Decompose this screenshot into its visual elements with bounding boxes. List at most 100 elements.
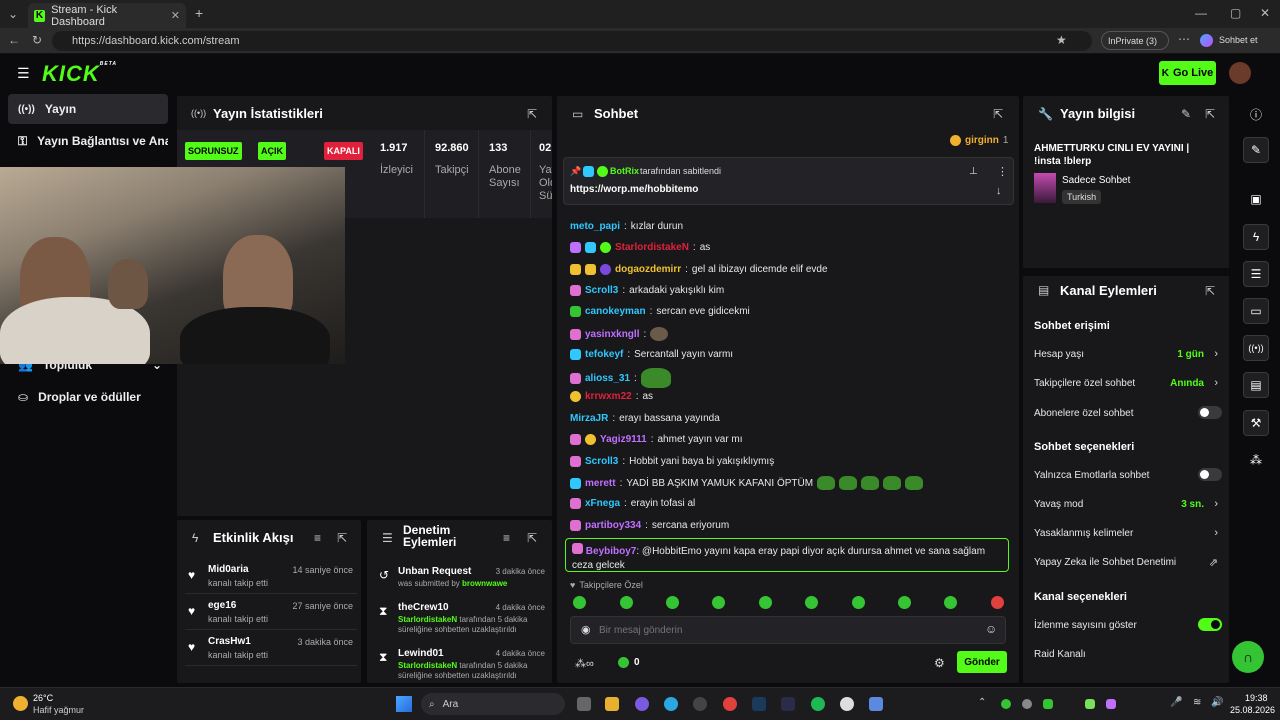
microphone-icon[interactable]: 🎤	[1170, 697, 1182, 708]
wifi-icon[interactable]: ≋	[1193, 697, 1201, 708]
app-icon[interactable]	[869, 697, 883, 711]
minimize-icon[interactable]: —	[1195, 6, 1207, 20]
popout-icon[interactable]: ⇱	[527, 531, 537, 545]
go-live-button[interactable]: K Go Live	[1159, 61, 1216, 85]
popout-icon[interactable]: ⇱	[527, 107, 537, 121]
top-gifter[interactable]: girginn 1	[950, 135, 1008, 146]
emote-icon[interactable]	[898, 596, 911, 609]
browser-tab[interactable]: K Stream - Kick Dashboard ✕	[28, 3, 186, 28]
support-headset-icon[interactable]: ∩	[1232, 641, 1264, 673]
emoji-picker-icon[interactable]: ☺	[985, 622, 997, 636]
slow-mode-setting[interactable]: Yavaş mod 3 sn. ›	[1034, 498, 1222, 510]
moderation-row[interactable]: ⧗ theCrew10 StarlordistakeN tarafından 5…	[375, 600, 547, 636]
chat-message[interactable]: Scroll3: arkadaki yakışıklı kim	[570, 285, 724, 296]
chat-message[interactable]: partiboy334: sercana eriyorum	[570, 520, 729, 531]
send-button[interactable]: Gönder	[957, 651, 1007, 673]
moderation-row[interactable]: ↺ Unban Request was submitted by brownwa…	[375, 564, 547, 600]
tab-close-icon[interactable]: ✕	[171, 9, 180, 22]
emote-icon[interactable]	[805, 596, 818, 609]
filter-icon[interactable]: ≡	[314, 531, 321, 545]
chat-message[interactable]: alioss_31:	[570, 368, 671, 388]
spotify-icon[interactable]	[811, 697, 825, 711]
pinned-link[interactable]: https://worp.me/hobbitemo	[570, 184, 698, 195]
chat-message-input[interactable]	[599, 621, 969, 639]
pinned-message[interactable]: 📌 BotRix tarafından sabitlendi https://w…	[563, 157, 1014, 205]
account-age-setting[interactable]: Hesap yaşı 1 gün ›	[1034, 348, 1222, 360]
subs-only-toggle[interactable]	[1198, 406, 1222, 419]
channel-points-icon[interactable]: ⁂∞	[575, 657, 594, 670]
copilot-label[interactable]: Sohbet et	[1219, 35, 1258, 45]
volume-icon[interactable]: 🔊	[1211, 697, 1223, 708]
emote-icon[interactable]	[573, 596, 586, 609]
chat-message[interactable]: MirzaJR: erayı bassana yayında	[570, 413, 720, 424]
more-options-icon[interactable]: ⋮	[997, 165, 1008, 178]
clock-time[interactable]: 19:38	[1245, 693, 1268, 703]
chat-message[interactable]: canokeyman: sercan eve gidicekmi	[570, 306, 750, 317]
weather-icon[interactable]	[13, 696, 28, 711]
chat-bubble-icon[interactable]: ▭	[1243, 298, 1269, 324]
broadcast-icon[interactable]: ((•))	[1243, 335, 1269, 361]
file-explorer-icon[interactable]	[605, 697, 619, 711]
url-field[interactable]: https://dashboard.kick.com/stream	[52, 31, 1092, 51]
chat-message[interactable]: tefokeyf: Sercantall yayın varmı	[570, 349, 733, 360]
tray-icon[interactable]	[1043, 699, 1053, 709]
tray-icon[interactable]	[1022, 699, 1032, 709]
chat-message[interactable]: xFnega: erayin tofasi al	[570, 498, 695, 509]
back-icon[interactable]: ←	[8, 33, 20, 47]
refresh-icon[interactable]: ↻	[32, 33, 42, 47]
tray-icon[interactable]	[1001, 699, 1011, 709]
popout-icon[interactable]: ⇱	[993, 107, 1003, 121]
app-icon[interactable]	[693, 697, 707, 711]
popout-icon[interactable]: ⇱	[1205, 284, 1215, 298]
emote-icon[interactable]	[991, 596, 1004, 609]
community-icon[interactable]: ⁂	[1243, 447, 1269, 473]
chat-message[interactable]: meto_papi: kızlar durun	[570, 221, 683, 232]
windows-start-icon[interactable]	[396, 696, 412, 712]
show-viewcount-setting[interactable]: İzlenme sayısını göster	[1034, 618, 1222, 631]
kick-logo[interactable]: KICKBETA	[42, 61, 117, 87]
list-icon[interactable]: ☰	[1243, 261, 1269, 287]
window-close-icon[interactable]: ✕	[1260, 6, 1270, 20]
ai-moderation-setting[interactable]: Yapay Zeka ile Sohbet Denetimi ⇗	[1034, 557, 1222, 569]
emotes-only-toggle[interactable]	[1198, 468, 1222, 481]
popout-icon[interactable]: ⇱	[1205, 107, 1215, 121]
activity-row[interactable]: ♥ CrasHw1 kanalı takip etti 3 dakika önc…	[185, 632, 357, 666]
video-icon[interactable]: ▣	[1243, 186, 1269, 212]
arrow-down-icon[interactable]: ↓	[996, 185, 1002, 197]
sidebar-item-drops[interactable]: ⛀ Droplar ve ödüller	[8, 382, 168, 412]
maximize-icon[interactable]: ▢	[1230, 6, 1241, 20]
raid-channel-setting[interactable]: Raid Kanalı	[1034, 649, 1222, 660]
chat-message[interactable]: StarlordistakeN: as	[570, 242, 710, 253]
banned-words-setting[interactable]: Yasaklanmış kelimeler ›	[1034, 527, 1222, 539]
activity-row[interactable]: ♥ ege16 kanalı takip etti 27 saniye önce	[185, 596, 357, 630]
edit-pencil-icon[interactable]: ✎	[1181, 107, 1191, 121]
channel-icon[interactable]: ▤	[1243, 372, 1269, 398]
moderation-row[interactable]: ⧗ Lewind01 StarlordistakeN tarafından 5 …	[375, 646, 547, 680]
emotes-only-setting[interactable]: Yalnızca Emotlarla sohbet	[1034, 468, 1222, 481]
chat-message[interactable]: dogaozdemirr: gel al ibizayı dicemde elif…	[570, 264, 828, 275]
emote-icon[interactable]	[712, 596, 725, 609]
chat-message[interactable]: merett: YADİ BB AŞKIM YAMUK KAFANI ÖPTÜM	[570, 476, 924, 490]
new-tab-icon[interactable]: +	[195, 5, 203, 21]
app-icon[interactable]	[781, 697, 795, 711]
discord-icon[interactable]	[635, 697, 649, 711]
edit-pencil-icon[interactable]: ✎	[1243, 137, 1269, 163]
taskbar-search[interactable]: ⌕ Ara	[421, 693, 565, 715]
chat-settings-gear-icon[interactable]: ⚙	[934, 656, 945, 670]
chat-message[interactable]: Scroll3: Hobbit yani baya bi yakışıklıymı…	[570, 456, 774, 467]
subs-only-setting[interactable]: Abonelere özel sohbet	[1034, 406, 1222, 419]
edge-icon[interactable]	[664, 697, 678, 711]
sidebar-item-stream[interactable]: ((•)) Yayın	[8, 94, 168, 124]
chat-message[interactable]: yasinxkngll:	[570, 327, 669, 341]
tray-icon[interactable]	[1106, 699, 1116, 709]
tray-icon[interactable]	[1085, 699, 1095, 709]
clock-date[interactable]: 25.08.2026	[1230, 705, 1275, 715]
lightning-icon[interactable]: ϟ	[1243, 224, 1269, 250]
emote-icon[interactable]	[852, 596, 865, 609]
hamburger-menu-icon[interactable]: ☰	[17, 65, 30, 82]
obs-icon[interactable]	[840, 697, 854, 711]
show-viewcount-toggle[interactable]	[1198, 618, 1222, 631]
followers-only-setting[interactable]: Takipçilere özel sohbet Anında ›	[1034, 377, 1222, 389]
emote-icon[interactable]	[944, 596, 957, 609]
chat-message[interactable]: Yagiz9111: ahmet yayın var mı	[570, 434, 743, 445]
